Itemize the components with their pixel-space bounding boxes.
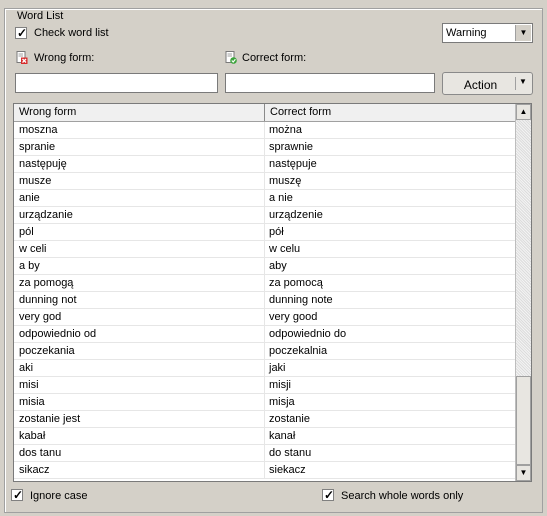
correct-form-cell[interactable]: jaki (264, 360, 517, 377)
table-row[interactable]: sikacz siekacz (14, 462, 516, 479)
table-row[interactable]: za pomogą za pomocą (14, 275, 516, 292)
table-row[interactable]: a by aby (14, 258, 516, 275)
table-row[interactable]: kabał kanał (14, 428, 516, 445)
wrong-form-cell[interactable]: następuję (14, 156, 269, 173)
correct-form-cell[interactable]: zostanie (264, 411, 517, 428)
severity-select[interactable]: Warning ▼ (442, 23, 533, 43)
table-row[interactable]: dunning not dunning note (14, 292, 516, 309)
correct-form-input[interactable] (225, 73, 435, 93)
correct-form-cell[interactable]: kanał (264, 428, 517, 445)
table-row[interactable]: w celi w celu (14, 241, 516, 258)
check-word-list-label: Check word list (34, 27, 109, 39)
severity-select-value: Warning (446, 27, 487, 39)
correct-form-cell[interactable]: very good (264, 309, 517, 326)
whole-words-label: Search whole words only (341, 490, 464, 502)
wrong-form-cell[interactable]: very god (14, 309, 269, 326)
table-row[interactable]: następuję następuje (14, 156, 516, 173)
checkmark-icon: ✓ (17, 26, 28, 40)
correct-form-cell[interactable]: można (264, 122, 517, 139)
action-button-label: Action (463, 78, 498, 92)
table-row[interactable]: urządzanie urządzenie (14, 207, 516, 224)
checkmark-icon: ✓ (13, 488, 24, 502)
scroll-down-icon[interactable]: ▼ (516, 465, 531, 481)
table-row[interactable]: dos tanu do stanu (14, 445, 516, 462)
correct-form-cell[interactable]: sprawnie (264, 139, 517, 156)
table-row[interactable]: spranie sprawnie (14, 139, 516, 156)
wrong-form-cell[interactable]: odpowiednio od (14, 326, 269, 343)
table-row[interactable]: moszna można (14, 122, 516, 139)
action-button[interactable]: Action ▼ (442, 72, 533, 95)
table-row[interactable]: very god very good (14, 309, 516, 326)
column-header-correct-form[interactable]: Correct form (264, 104, 516, 121)
correct-form-cell[interactable]: misji (264, 377, 517, 394)
wrong-form-cell[interactable]: poczekania (14, 343, 269, 360)
correct-form-cell[interactable]: w celu (264, 241, 517, 258)
wrong-form-cell[interactable]: misia (14, 394, 269, 411)
correct-form-cell[interactable]: dunning note (264, 292, 517, 309)
wrong-form-cell[interactable]: zostanie jest (14, 411, 269, 428)
wrong-form-cell[interactable]: za pomogą (14, 275, 269, 292)
correct-form-cell[interactable]: do stanu (264, 445, 517, 462)
table-row[interactable]: pól pół (14, 224, 516, 241)
wrong-form-cell[interactable]: spranie (14, 139, 269, 156)
wrong-form-cell[interactable]: sikacz (14, 462, 269, 479)
correct-form-cell[interactable]: następuje (264, 156, 517, 173)
correct-form-cell[interactable]: urządzenie (264, 207, 517, 224)
correct-form-cell[interactable]: poczekalnia (264, 343, 517, 360)
table-row[interactable]: aki jaki (14, 360, 516, 377)
wrong-form-label: Wrong form: (34, 52, 95, 64)
ignore-case-checkbox[interactable]: ✓ (11, 488, 24, 502)
wrong-form-cell[interactable]: urządzanie (14, 207, 269, 224)
table-row[interactable]: odpowiednio od odpowiednio do (14, 326, 516, 343)
group-title: Word List (15, 10, 66, 22)
wrong-form-cell[interactable]: dos tanu (14, 445, 269, 462)
correct-form-cell[interactable]: a nie (264, 190, 517, 207)
wrong-form-input[interactable] (15, 73, 218, 93)
word-list-table[interactable]: Wrong form Correct form moszna można spran… (13, 103, 532, 482)
wrong-form-cell[interactable]: moszna (14, 122, 269, 139)
table-row[interactable]: anie a nie (14, 190, 516, 207)
table-header: Wrong form Correct form (14, 104, 516, 122)
wrong-form-cell[interactable]: musze (14, 173, 269, 190)
check-word-list-checkbox[interactable]: ✓ (15, 26, 28, 40)
checkmark-icon: ✓ (324, 488, 335, 502)
wrong-form-cell[interactable]: kabał (14, 428, 269, 445)
wrong-form-cell[interactable]: aki (14, 360, 269, 377)
correct-form-label: Correct form: (242, 52, 307, 64)
document-red-x-icon (16, 51, 28, 64)
correct-form-cell[interactable]: aby (264, 258, 517, 275)
scrollbar-thumb[interactable] (516, 376, 531, 465)
chevron-down-icon[interactable]: ▼ (519, 77, 527, 86)
wrong-form-cell[interactable]: pól (14, 224, 269, 241)
table-row[interactable]: misia misja (14, 394, 516, 411)
chevron-down-icon[interactable]: ▼ (515, 25, 531, 41)
ignore-case-label: Ignore case (30, 490, 88, 502)
table-row[interactable]: poczekania poczekalnia (14, 343, 516, 360)
table-body: moszna można spranie sprawnie następuję nastę… (14, 122, 516, 479)
correct-form-cell[interactable]: muszę (264, 173, 517, 190)
wrong-form-cell[interactable]: anie (14, 190, 269, 207)
wrong-form-cell[interactable]: a by (14, 258, 269, 275)
correct-form-cell[interactable]: siekacz (264, 462, 517, 479)
table-row[interactable]: musze muszę (14, 173, 516, 190)
wrong-form-cell[interactable]: w celi (14, 241, 269, 258)
document-green-check-icon (225, 51, 237, 64)
table-row[interactable]: zostanie jest zostanie (14, 411, 516, 428)
split-divider (515, 77, 516, 90)
whole-words-checkbox[interactable]: ✓ (322, 488, 335, 502)
column-header-wrong-form[interactable]: Wrong form (14, 104, 264, 121)
vertical-scrollbar[interactable]: ▲ ▼ (515, 104, 531, 481)
correct-form-cell[interactable]: pół (264, 224, 517, 241)
correct-form-cell[interactable]: odpowiednio do (264, 326, 517, 343)
wrong-form-cell[interactable]: misi (14, 377, 269, 394)
table-row[interactable]: misi misji (14, 377, 516, 394)
correct-form-cell[interactable]: za pomocą (264, 275, 517, 292)
correct-form-cell[interactable]: misja (264, 394, 517, 411)
wrong-form-cell[interactable]: dunning not (14, 292, 269, 309)
scroll-up-icon[interactable]: ▲ (516, 104, 531, 120)
